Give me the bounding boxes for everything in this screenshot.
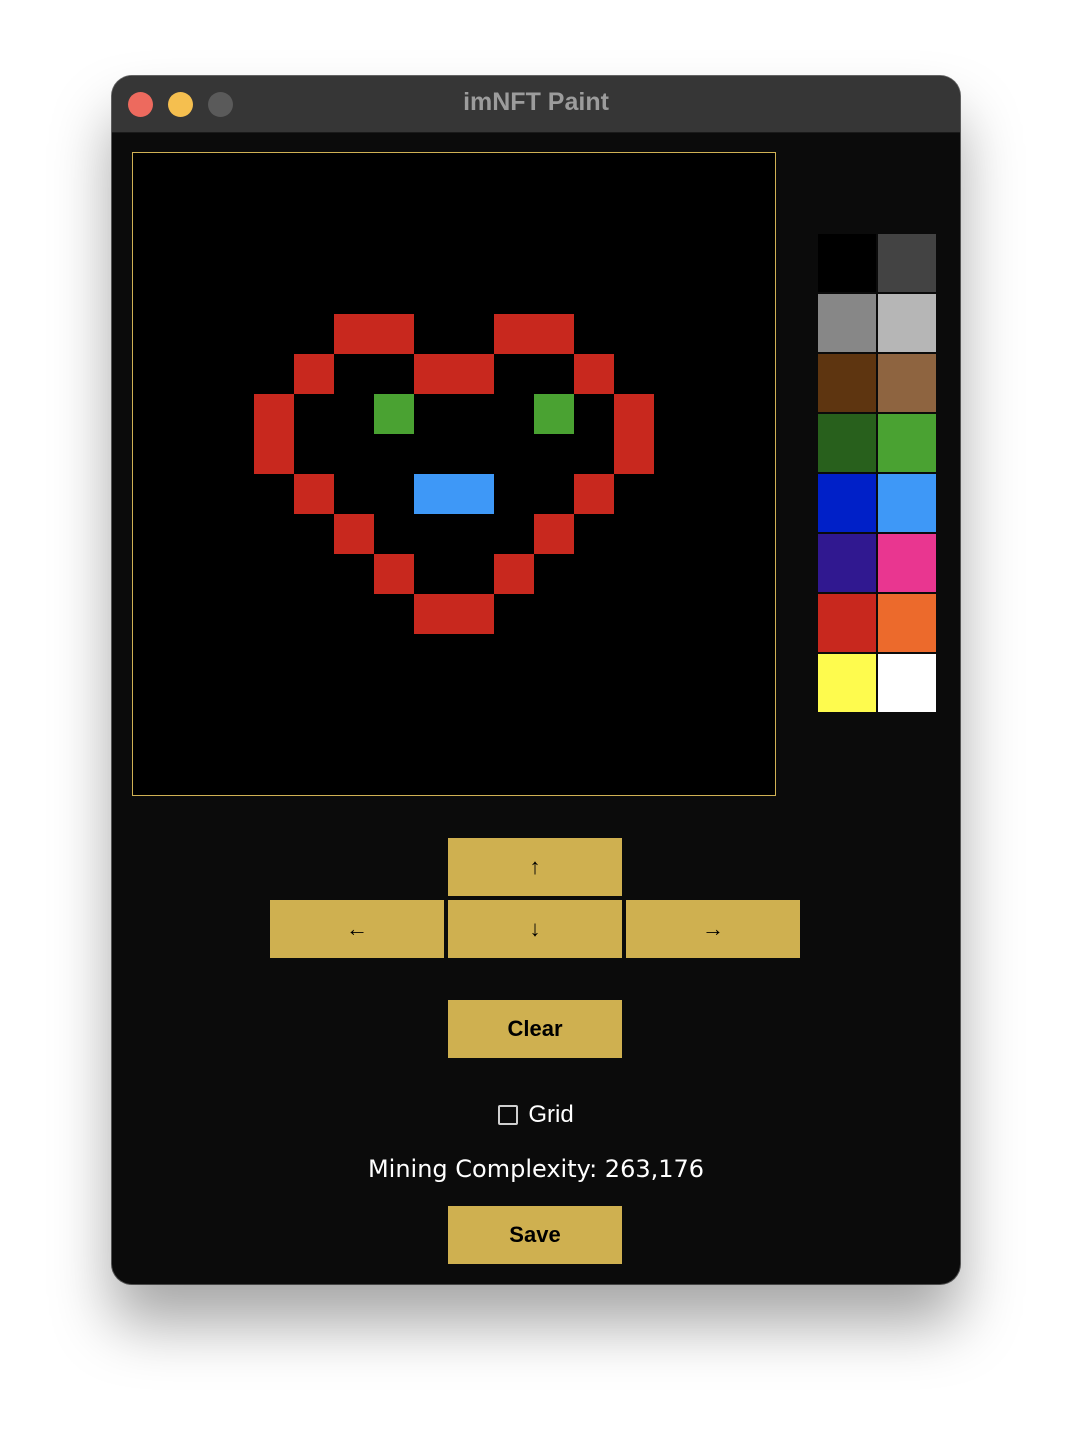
grid-checkbox[interactable] (498, 1105, 519, 1125)
canvas-pixel (254, 434, 294, 474)
canvas-pixel (334, 314, 374, 354)
palette-swatch[interactable] (818, 234, 876, 292)
mining-complexity-text: Mining Complexity: 263,176 (367, 1155, 705, 1183)
palette-swatch[interactable] (878, 594, 936, 652)
canvas-pixel (454, 474, 494, 514)
palette-swatch[interactable] (878, 234, 936, 292)
canvas-pixel (414, 474, 454, 514)
canvas-pixel (334, 514, 374, 554)
canvas-pixel (414, 594, 454, 634)
canvas-pixel (374, 314, 414, 354)
canvas-pixel (494, 314, 534, 354)
palette-swatch[interactable] (878, 414, 936, 472)
canvas-pixel (414, 354, 454, 394)
canvas-pixel (534, 514, 574, 554)
clear-button[interactable]: Clear (448, 1000, 622, 1058)
grid-toggle[interactable]: Grid (112, 1101, 960, 1129)
canvas-pixel (614, 394, 654, 434)
canvas-pixel (574, 354, 614, 394)
palette-swatch[interactable] (878, 474, 936, 532)
canvas-pixel (534, 394, 574, 434)
canvas-pixel (294, 354, 334, 394)
palette-swatch[interactable] (818, 654, 876, 712)
color-palette (818, 234, 938, 714)
paint-canvas[interactable] (132, 152, 776, 796)
canvas-pixel (614, 434, 654, 474)
palette-swatch[interactable] (818, 534, 876, 592)
palette-swatch[interactable] (818, 354, 876, 412)
title-bar[interactable]: imNFT Paint (112, 76, 960, 133)
palette-swatch[interactable] (818, 474, 876, 532)
palette-swatch[interactable] (878, 354, 936, 412)
palette-swatch[interactable] (878, 534, 936, 592)
palette-swatch[interactable] (818, 414, 876, 472)
canvas-pixel (254, 394, 294, 434)
canvas-pixel (294, 474, 334, 514)
canvas-pixel (494, 554, 534, 594)
palette-swatch[interactable] (878, 294, 936, 352)
canvas-pixel (534, 314, 574, 354)
move-down-button[interactable]: ↓ (448, 900, 622, 958)
canvas-pixel (374, 554, 414, 594)
grid-label: Grid (528, 1101, 574, 1128)
move-left-button[interactable]: ← (270, 900, 444, 958)
canvas-pixel (454, 354, 494, 394)
palette-swatch[interactable] (818, 594, 876, 652)
canvas-pixel (374, 394, 414, 434)
canvas-pixel (454, 594, 494, 634)
app-window: imNFT Paint ↑ ← ↓ → Clear Grid Mining Co… (112, 76, 960, 1284)
move-right-button[interactable]: → (626, 900, 800, 958)
save-button[interactable]: Save (448, 1206, 622, 1264)
move-up-button[interactable]: ↑ (448, 838, 622, 896)
canvas-pixel (574, 474, 614, 514)
palette-swatch[interactable] (818, 294, 876, 352)
window-title: imNFT Paint (463, 88, 609, 116)
palette-swatch[interactable] (878, 654, 936, 712)
